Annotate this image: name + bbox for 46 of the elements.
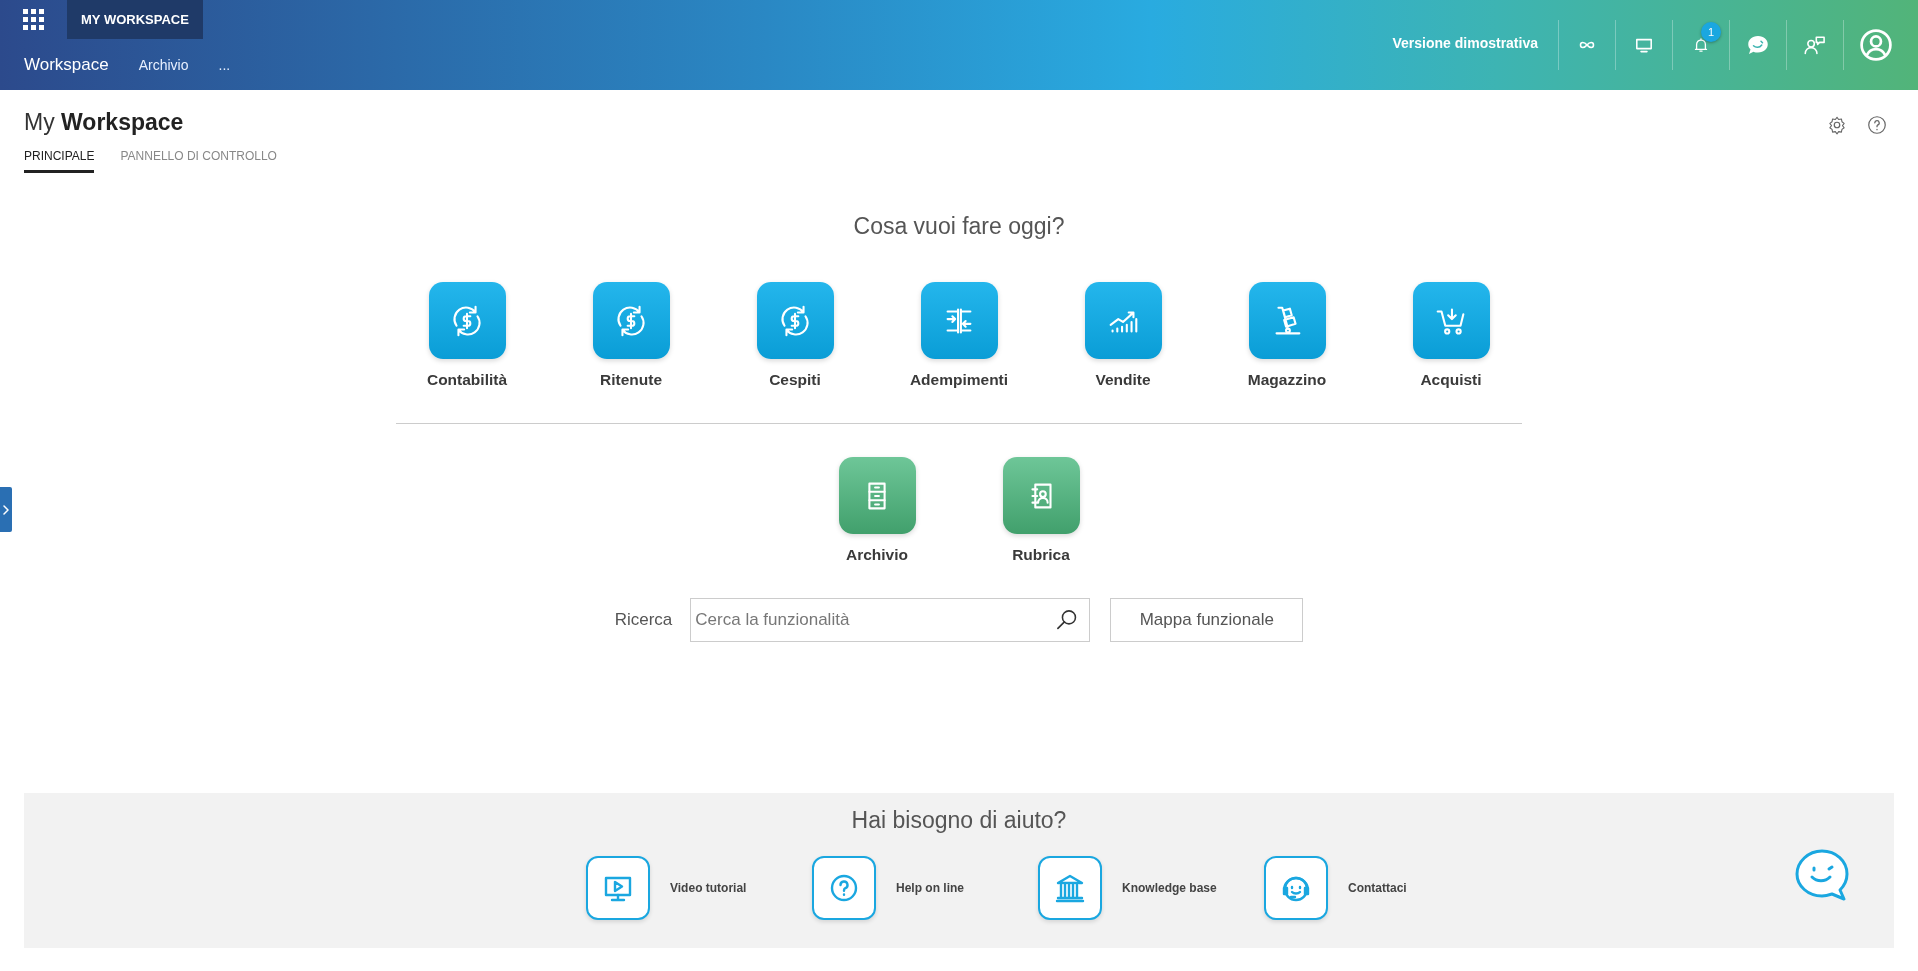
app-tile[interactable] — [1248, 282, 1326, 359]
help-link[interactable]: Knowledge base — [1122, 881, 1217, 895]
help-tile[interactable] — [1038, 856, 1102, 920]
sidebar-toggle[interactable] — [0, 487, 12, 532]
page-title: My Workspace — [24, 109, 185, 136]
tab[interactable]: PANNELLO DI CONTROLLO — [120, 146, 277, 173]
help-tile[interactable] — [1264, 856, 1328, 920]
app-tile[interactable] — [1002, 457, 1080, 534]
app-label[interactable]: Ritenute — [600, 371, 662, 389]
search-field[interactable]: Cerca la funzionalità — [690, 598, 1091, 642]
app-label[interactable]: Vendite — [1095, 371, 1151, 389]
workspace-menu-tab[interactable]: MY WORKSPACE — [67, 0, 203, 39]
app-label[interactable]: Magazzino — [1247, 371, 1327, 389]
notification-badge: 1 — [1701, 22, 1721, 42]
app-tile[interactable] — [838, 457, 916, 534]
settings-icon[interactable] — [1826, 114, 1848, 136]
prompt-heading: Cosa vuoi fare oggi? — [853, 213, 1065, 240]
user-avatar-icon[interactable] — [1858, 27, 1894, 63]
chevron-right-icon — [2, 503, 10, 516]
app-tile[interactable] — [920, 282, 998, 359]
nav-link[interactable]: ... — [218, 56, 231, 73]
nav-link[interactable]: Archivio — [138, 56, 189, 73]
app-tile[interactable] — [1084, 282, 1162, 359]
app-label[interactable]: Cespiti — [769, 371, 821, 389]
search-label: Ricerca — [614, 610, 673, 630]
app-tile[interactable] — [592, 282, 670, 359]
app-label[interactable]: Acquisti — [1420, 371, 1482, 389]
app-grid-icon[interactable] — [23, 9, 44, 30]
help-heading: Hai bisogno di aiuto? — [850, 807, 1068, 834]
function-map-button[interactable]: Mappa funzionale — [1110, 598, 1304, 642]
app-label[interactable]: Adempimenti — [909, 371, 1009, 389]
tab[interactable]: PRINCIPALE — [24, 146, 95, 173]
version-label: Versione dimostrativa — [1392, 35, 1538, 51]
help-link[interactable]: Video tutorial — [670, 881, 747, 895]
app-label[interactable]: Contabilità — [426, 371, 508, 389]
app-tile[interactable] — [1412, 282, 1490, 359]
nav-link[interactable]: Workspace — [24, 54, 109, 75]
app-label[interactable]: Rubrica — [1012, 546, 1070, 564]
app-tile[interactable] — [756, 282, 834, 359]
help-link[interactable]: Help on line — [896, 881, 964, 895]
help-tile[interactable] — [812, 856, 876, 920]
app-tile[interactable] — [428, 282, 506, 359]
app-label[interactable]: Archivio — [846, 546, 908, 564]
help-tile[interactable] — [586, 856, 650, 920]
help-icon[interactable] — [1866, 114, 1888, 136]
help-link[interactable]: Contattaci — [1348, 881, 1407, 895]
